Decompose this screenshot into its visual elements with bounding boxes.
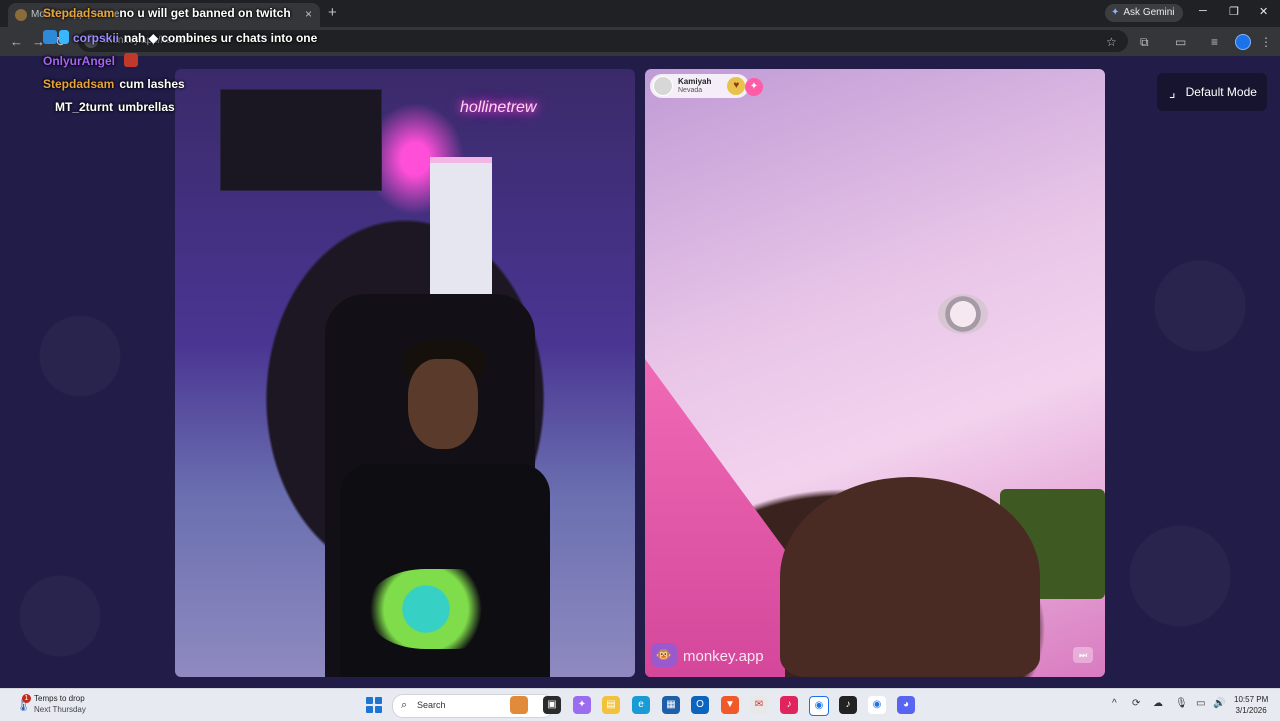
chat-text: nah ◆ combines ur chats into one xyxy=(124,31,318,45)
system-clock[interactable]: 10:57 PM 3/1/2026 xyxy=(1234,694,1268,716)
monkey-app-page: hollinetrew Kamiyah Nevada ♥ ✦ 🐵 monkey.… xyxy=(0,56,1280,688)
monkey-logo-icon: 🐵 xyxy=(651,643,677,667)
chat-username: OnlyurAngel xyxy=(43,54,116,68)
emote-icon xyxy=(124,53,139,67)
chrome-profile-icon[interactable]: ◉ xyxy=(868,696,886,714)
chat-message: Stepdadsam no u will get banned on twitch xyxy=(43,6,291,20)
stream-chat-overlay: Stepdadsam no u will get banned on twitch… xyxy=(0,0,420,120)
room-window xyxy=(430,157,492,303)
discord-icon[interactable]: ◕ xyxy=(897,696,915,714)
chat-message: MT_2turnt umbrellas xyxy=(55,100,175,114)
monkey-watermark: monkey.app xyxy=(683,648,764,665)
chat-username: corpskii xyxy=(73,31,120,45)
widgets-app-icon[interactable] xyxy=(510,696,528,714)
partner-profile-badge[interactable]: Kamiyah Nevada ♥ xyxy=(650,74,750,98)
bookmark-star-icon[interactable]: ☆ xyxy=(1106,35,1117,49)
start-menu-button[interactable] xyxy=(366,697,382,713)
volume-icon[interactable]: 🔊 xyxy=(1213,698,1225,709)
menu-kebab-icon[interactable]: ⋮ xyxy=(1260,35,1272,49)
partner-face xyxy=(780,477,1040,677)
chat-message: corpskii nah ◆ combines ur chats into one xyxy=(43,30,317,45)
microphone-icon[interactable]: 🎙 xyxy=(1175,698,1188,709)
pink-wall xyxy=(645,359,785,677)
default-mode-button[interactable]: ⌟ Default Mode xyxy=(1157,73,1267,111)
chat-message: OnlyurAngel xyxy=(43,53,139,68)
store-icon[interactable]: ▦ xyxy=(662,696,680,714)
search-placeholder: Search xyxy=(417,700,446,710)
cast-icon[interactable]: ▭ xyxy=(1175,35,1186,49)
streamer-video-feed: hollinetrew xyxy=(175,69,635,677)
mail-icon[interactable]: ✉ xyxy=(750,696,768,714)
collapse-icon: ⌟ xyxy=(1169,83,1176,100)
close-window-button[interactable]: ✕ xyxy=(1259,5,1268,18)
weather-title[interactable]: Temps to drop xyxy=(34,694,85,703)
clock-date: 3/1/2026 xyxy=(1235,706,1267,715)
twitch-badge-icon xyxy=(43,30,57,44)
partner-info: Kamiyah Nevada xyxy=(678,77,711,95)
copilot-icon[interactable]: ✦ xyxy=(573,696,591,714)
chat-text: cum lashes xyxy=(119,77,185,91)
gift-icon[interactable]: ✦ xyxy=(745,78,763,96)
gemini-sparkle-icon: ✦ xyxy=(1111,7,1120,18)
partner-location: Nevada xyxy=(678,87,703,94)
extensions-icon[interactable]: ⧉ xyxy=(1140,35,1149,50)
weather-subtitle[interactable]: Next Thursday xyxy=(34,705,86,714)
media-controls-icon[interactable]: ≡ xyxy=(1211,35,1218,49)
streamer-head xyxy=(408,359,478,449)
file-explorer-icon[interactable]: ▤ xyxy=(602,696,620,714)
chat-username: MT_2turnt xyxy=(55,100,113,114)
notification-badge: 1 xyxy=(22,694,31,703)
neon-sign: hollinetrew xyxy=(460,99,537,116)
partner-name: Kamiyah xyxy=(678,77,712,86)
heart-icon[interactable]: ♥ xyxy=(727,77,746,95)
brave-icon[interactable]: ▼ xyxy=(721,696,739,714)
minimize-button[interactable]: ─ xyxy=(1199,5,1207,17)
display-icon[interactable]: ▭ xyxy=(1196,698,1205,709)
chat-username: Stepdadsam xyxy=(43,77,115,91)
chat-message: Stepdadsam cum lashes xyxy=(43,77,185,91)
outlook-icon[interactable]: O xyxy=(691,696,709,714)
taskbar-search[interactable]: ⌕ Search xyxy=(392,694,554,718)
tiktok-icon[interactable]: ♪ xyxy=(839,696,857,714)
verified-badge-icon xyxy=(59,30,69,44)
ceiling-light xyxy=(938,294,988,334)
chat-text: no u will get banned on twitch xyxy=(119,6,291,20)
shirt-graphic xyxy=(370,569,510,649)
clock-time: 10:57 PM xyxy=(1234,695,1269,704)
partner-avatar xyxy=(653,76,673,96)
restore-button[interactable]: ❐ xyxy=(1229,5,1239,18)
ask-gemini-button[interactable]: ✦ Ask Gemini xyxy=(1105,4,1183,22)
mode-label: Default Mode xyxy=(1185,85,1257,99)
skip-next-icon[interactable]: ⏭ xyxy=(1073,647,1093,663)
ask-gemini-label: Ask Gemini xyxy=(1123,7,1175,18)
taskbar: 🌡 1 Temps to drop Next Thursday ⌕ Search… xyxy=(0,688,1280,721)
edge-icon[interactable]: e xyxy=(632,696,650,714)
chrome-icon[interactable]: ◉ xyxy=(809,696,829,716)
profile-avatar[interactable] xyxy=(1235,34,1251,50)
media-app-icon[interactable]: ♪ xyxy=(780,696,798,714)
sync-icon[interactable]: ⟳ xyxy=(1132,698,1140,709)
search-icon: ⌕ xyxy=(401,699,408,711)
chat-text: umbrellas xyxy=(118,100,175,114)
cloud-icon[interactable]: ☁ xyxy=(1153,698,1163,709)
task-view-icon[interactable]: ▣ xyxy=(543,696,561,714)
chat-username: Stepdadsam xyxy=(43,6,115,20)
tray-overflow-icon[interactable]: ^ xyxy=(1112,698,1117,709)
partner-video-feed: Kamiyah Nevada ♥ ✦ 🐵 monkey.app ⏭ xyxy=(645,69,1105,677)
